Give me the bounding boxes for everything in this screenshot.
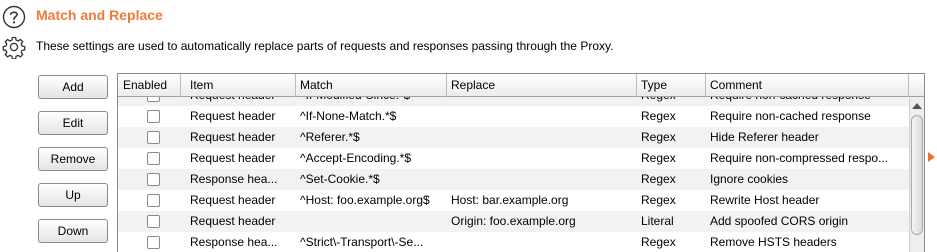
cell-comment: Require non-cached response — [710, 109, 871, 123]
scrollbar-thumb[interactable] — [911, 115, 923, 235]
cell-replace — [446, 169, 636, 190]
cell-match — [295, 211, 446, 232]
table-row[interactable]: Request header ^Accept-Encoding.*$ Regex Re… — [118, 148, 909, 169]
section-description: These settings are used to automatically… — [36, 39, 614, 53]
cell-type: Regex — [641, 130, 676, 144]
expand-arrow-icon[interactable] — [928, 152, 935, 162]
enabled-checkbox[interactable] — [147, 215, 160, 228]
remove-button[interactable]: Remove — [38, 147, 108, 171]
table-row[interactable]: Response hea... ^Set-Cookie.*$ Regex Ignore… — [118, 169, 909, 190]
cell-replace — [446, 232, 636, 252]
column-header-match[interactable]: Match — [295, 74, 447, 97]
cell-match: ^Set-Cookie.*$ — [300, 172, 380, 186]
column-header-item[interactable]: Item — [185, 74, 296, 97]
cell-comment: Ignore cookies — [710, 172, 789, 186]
cell-match: ^Accept-Encoding.*$ — [300, 151, 412, 165]
enabled-checkbox[interactable] — [147, 173, 160, 186]
cell-replace: Host: bar.example.org — [451, 193, 569, 207]
cell-item: Request header — [190, 214, 276, 228]
vertical-scrollbar[interactable] — [909, 97, 924, 252]
page-title: Match and Replace — [36, 7, 163, 23]
cell-type: Regex — [641, 109, 676, 123]
cell-replace: Origin: foo.example.org — [451, 214, 576, 228]
down-button[interactable]: Down — [38, 219, 108, 243]
add-button[interactable]: Add — [38, 75, 108, 99]
cell-type: Regex — [641, 172, 676, 186]
cell-item: Request header — [190, 193, 276, 207]
enabled-checkbox[interactable] — [147, 97, 160, 102]
cell-replace — [446, 97, 636, 106]
cell-match: ^Host: foo.example.org$ — [300, 193, 430, 207]
table-row[interactable]: Request header ^Referer.*$ Regex Hide Refer… — [118, 127, 909, 148]
cell-replace — [446, 106, 636, 127]
cell-type: Literal — [641, 214, 674, 228]
cell-comment: Remove HSTS headers — [710, 235, 837, 249]
cell-item: Request header — [190, 130, 276, 144]
cell-match: ^Referer.*$ — [300, 130, 360, 144]
table-row[interactable]: Request header Origin: foo.example.org Lit… — [118, 211, 909, 232]
enabled-checkbox[interactable] — [147, 152, 160, 165]
enabled-checkbox[interactable] — [147, 236, 160, 249]
edit-button[interactable]: Edit — [38, 111, 108, 135]
scroll-up-arrow-icon[interactable] — [912, 103, 922, 109]
table-body: Request header^If-Modified-Since.*$Regex… — [118, 97, 909, 252]
table-header: Enabled Item Match Replace Type Comment — [118, 74, 924, 97]
cell-type: Regex — [641, 193, 676, 207]
enabled-checkbox[interactable] — [147, 131, 160, 144]
cell-type: Regex — [641, 151, 676, 165]
table-row[interactable]: Request header ^If-None-Match.*$ Regex Requ… — [118, 106, 909, 127]
cell-type: Regex — [636, 97, 705, 106]
column-header-comment[interactable]: Comment — [705, 74, 909, 97]
column-header-replace[interactable]: Replace — [446, 74, 637, 97]
cell-item: Response hea... — [190, 235, 278, 249]
cell-type: Regex — [641, 235, 676, 249]
cell-replace — [446, 148, 636, 169]
enabled-checkbox[interactable] — [147, 110, 160, 123]
cell-match: ^If-Modified-Since.*$ — [295, 97, 446, 106]
cell-comment: Hide Referer header — [710, 130, 819, 144]
cell-comment: Require non-compressed respo... — [710, 151, 889, 165]
column-header-type[interactable]: Type — [636, 74, 706, 97]
up-button[interactable]: Up — [38, 183, 108, 207]
column-header-enabled[interactable]: Enabled — [118, 74, 181, 97]
table-row[interactable]: Response hea... ^Strict\-Transport\-Se...… — [118, 232, 909, 252]
gear-icon[interactable] — [2, 35, 26, 59]
cell-match: ^If-None-Match.*$ — [300, 109, 397, 123]
help-icon[interactable] — [2, 5, 26, 29]
table-row[interactable]: Request header ^Host: foo.example.org$ Hos… — [118, 190, 909, 211]
cell-item: Response hea... — [190, 172, 278, 186]
cell-comment: Rewrite Host header — [710, 193, 820, 207]
cell-comment: Add spoofed CORS origin — [710, 214, 849, 228]
cell-item: Request header — [190, 109, 276, 123]
cell-comment: Require non-cached response — [705, 97, 909, 106]
cell-replace — [446, 127, 636, 148]
cell-match: ^Strict\-Transport\-Se... — [300, 235, 424, 249]
rules-table: Enabled Item Match Replace Type Comment … — [117, 73, 925, 252]
enabled-checkbox[interactable] — [147, 194, 160, 207]
cell-item: Request header — [190, 151, 276, 165]
table-row[interactable]: Request header^If-Modified-Since.*$ Regex… — [118, 97, 909, 106]
cell-item: Request header — [185, 97, 295, 106]
